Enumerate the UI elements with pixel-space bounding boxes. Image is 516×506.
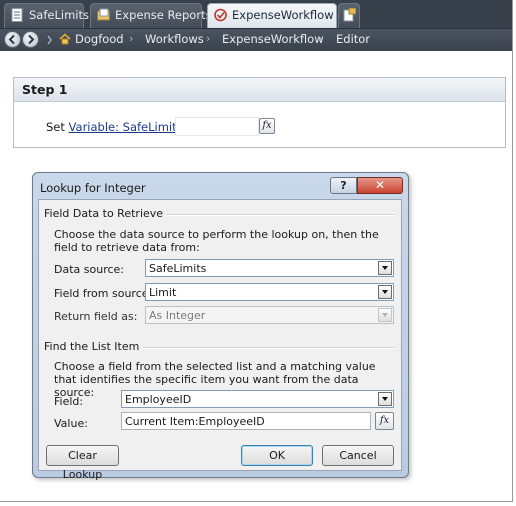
field-from-source-value: Limit <box>149 286 177 299</box>
data-source-label: Data source: <box>54 263 124 276</box>
dialog-title: Lookup for Integer <box>40 181 146 195</box>
field-select[interactable]: EmployeeID <box>121 390 394 408</box>
back-button[interactable] <box>4 31 21 48</box>
set-text: Set <box>46 120 65 134</box>
field-from-source-select[interactable]: Limit <box>145 283 394 301</box>
list-icon <box>11 8 23 22</box>
help-button[interactable]: ? <box>330 177 357 194</box>
new-page-icon <box>343 8 356 22</box>
cancel-button[interactable]: Cancel <box>322 445 394 466</box>
field-from-source-label: Field from source: <box>54 287 153 300</box>
close-icon: ✕ <box>374 178 386 192</box>
value-label: Value: <box>54 417 88 430</box>
new-tab-button[interactable] <box>338 3 360 28</box>
value-input[interactable] <box>175 117 259 136</box>
chevron-right-icon: › <box>206 32 211 45</box>
breadcrumb-editor[interactable]: Editor <box>336 32 370 46</box>
value-function-button[interactable]: fx <box>375 412 394 430</box>
workflow-icon <box>214 8 227 22</box>
fx-icon: fx <box>262 120 272 131</box>
arrow-right-icon <box>28 34 35 45</box>
breadcrumb-expenseworkflow[interactable]: ExpenseWorkflow <box>222 32 324 46</box>
tab-expense-reports[interactable]: Expense Reports <box>90 3 212 28</box>
tab-label: ExpenseWorkflow * <box>232 8 344 22</box>
chevron-down-icon[interactable] <box>378 261 392 275</box>
chevron-down-icon <box>378 308 392 322</box>
variable-link[interactable]: Variable: SafeLimit <box>69 120 177 134</box>
ok-button[interactable]: OK <box>241 445 313 466</box>
section-divider <box>152 214 394 216</box>
data-source-value: SafeLimits <box>149 262 207 275</box>
chevron-down-icon[interactable] <box>378 392 392 406</box>
section-title-find-item: Find the List Item <box>44 340 144 353</box>
home-icon <box>59 33 71 45</box>
function-button[interactable]: fx <box>259 118 275 134</box>
field-data-description: Choose the data source to perform the lo… <box>54 228 379 254</box>
arrow-left-icon <box>8 34 15 45</box>
breadcrumb-dogfood[interactable]: Dogfood <box>75 32 124 46</box>
value-field[interactable]: Current Item:EmployeeID <box>121 412 371 430</box>
fx-icon: fx <box>379 415 390 426</box>
tab-expenseworkflow[interactable]: ExpenseWorkflow * <box>207 3 343 28</box>
chevron-down-icon[interactable] <box>378 285 392 299</box>
field-label: Field: <box>54 395 84 408</box>
return-field-value: As Integer <box>149 309 206 322</box>
folder-icon <box>97 8 110 21</box>
value-field-text: Current Item:EmployeeID <box>125 415 265 428</box>
clear-lookup-button[interactable]: Clear Lookup <box>46 445 119 481</box>
return-field-select: As Integer <box>145 306 394 324</box>
field-value: EmployeeID <box>125 393 192 406</box>
step-header <box>14 78 505 102</box>
separator-icon <box>47 35 52 45</box>
chevron-right-icon: › <box>129 32 134 45</box>
tab-label: Expense Reports <box>115 8 212 22</box>
step-title: Step 1 <box>22 82 68 97</box>
section-divider <box>136 347 394 349</box>
section-title-field-data: Field Data to Retrieve <box>44 207 168 220</box>
action-sentence: Set Variable: SafeLimit to <box>46 120 192 134</box>
help-icon: ? <box>340 179 347 192</box>
forward-button[interactable] <box>22 31 39 48</box>
return-field-label: Return field as: <box>54 310 138 323</box>
close-button[interactable]: ✕ <box>357 177 403 194</box>
tab-safelimits[interactable]: SafeLimits <box>4 3 89 28</box>
breadcrumb-workflows[interactable]: Workflows <box>145 32 204 46</box>
data-source-select[interactable]: SafeLimits <box>145 259 394 277</box>
tab-label: SafeLimits <box>29 8 89 22</box>
chevron-right-icon: › <box>318 32 323 45</box>
